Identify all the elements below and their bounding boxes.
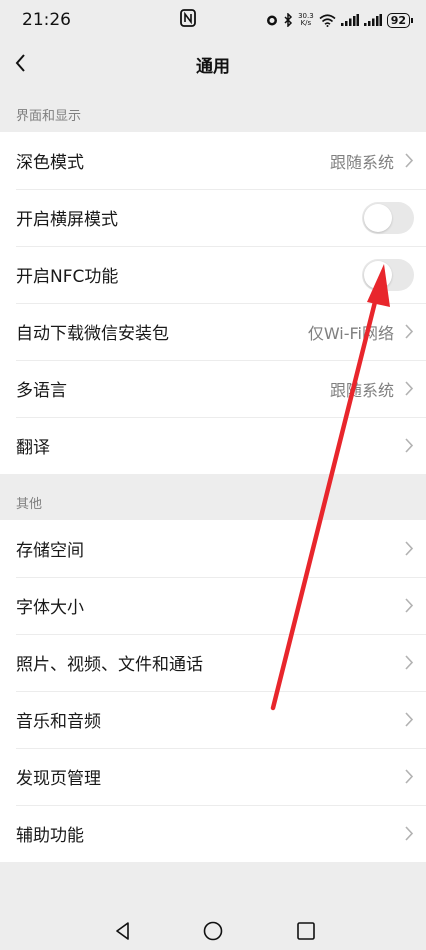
setting-storage[interactable]: 存储空间 [0, 520, 426, 577]
setting-label: 存储空间 [16, 541, 84, 561]
battery-indicator: 92 [386, 12, 414, 28]
system-back-icon[interactable] [112, 920, 134, 942]
network-speed: 30.3 K/s [298, 13, 314, 27]
system-nav-bar [0, 906, 426, 950]
system-recents-icon[interactable] [295, 920, 317, 942]
setting-landscape-mode: 开启横屏模式 [0, 189, 426, 246]
signal-icon-2 [363, 14, 382, 26]
setting-auto-download[interactable]: 自动下载微信安装包 仅Wi-Fi网络 [0, 303, 426, 360]
chevron-right-icon [405, 598, 414, 613]
setting-label: 开启横屏模式 [16, 210, 118, 230]
chevron-right-icon [405, 438, 414, 453]
setting-value: 跟随系统 [329, 380, 394, 400]
network-speed-unit: K/s [300, 19, 312, 27]
chevron-right-icon [405, 712, 414, 727]
section-header-other: 其他 [16, 496, 43, 512]
settings-group-other: 存储空间 字体大小 照片、视频、文件和通话 音乐和音频 发现页管理 辅助功能 [0, 520, 426, 862]
chevron-right-icon [405, 381, 414, 396]
chevron-right-icon [405, 655, 414, 670]
setting-label: 照片、视频、文件和通话 [16, 655, 203, 675]
setting-accessibility[interactable]: 辅助功能 [0, 805, 426, 862]
setting-label: 多语言 [16, 381, 67, 401]
setting-translate[interactable]: 翻译 [0, 417, 426, 474]
wifi-icon [319, 13, 336, 27]
status-bar: 21:26 30.3 K/s 92 [0, 0, 426, 40]
setting-discover-manage[interactable]: 发现页管理 [0, 748, 426, 805]
chevron-right-icon [405, 826, 414, 841]
setting-value: 跟随系统 [329, 152, 394, 172]
chevron-right-icon [405, 541, 414, 556]
setting-value: 仅Wi-Fi网络 [307, 323, 394, 343]
setting-label: 翻译 [16, 438, 50, 458]
chevron-right-icon [405, 324, 414, 339]
landscape-mode-toggle[interactable] [362, 202, 414, 234]
setting-label: 开启NFC功能 [16, 267, 119, 287]
setting-music-audio[interactable]: 音乐和音频 [0, 691, 426, 748]
setting-label: 字体大小 [16, 598, 84, 618]
chevron-right-icon [405, 769, 414, 784]
alarm-icon [267, 15, 278, 26]
status-time: 21:26 [22, 10, 71, 30]
setting-dark-mode[interactable]: 深色模式 跟随系统 [0, 132, 426, 189]
setting-label: 辅助功能 [16, 826, 84, 846]
setting-nfc: 开启NFC功能 [0, 246, 426, 303]
settings-group-display: 深色模式 跟随系统 开启横屏模式 开启NFC功能 自动下载微信安装包 仅Wi-F… [0, 132, 426, 474]
bluetooth-icon [284, 13, 293, 27]
setting-font-size[interactable]: 字体大小 [0, 577, 426, 634]
setting-label: 深色模式 [16, 153, 84, 173]
section-header-display: 界面和显示 [16, 108, 82, 124]
signal-icon-1 [340, 14, 359, 26]
nfc-toggle[interactable] [362, 259, 414, 291]
toggle-knob [364, 204, 392, 232]
nfc-icon [180, 9, 196, 27]
nav-bar: 通用 [0, 40, 426, 86]
setting-media-files[interactable]: 照片、视频、文件和通话 [0, 634, 426, 691]
chevron-right-icon [405, 153, 414, 168]
status-indicators: 30.3 K/s 92 [265, 12, 414, 28]
setting-label: 音乐和音频 [16, 712, 101, 732]
system-home-icon[interactable] [202, 920, 224, 942]
toggle-knob [364, 261, 392, 289]
setting-label: 自动下载微信安装包 [16, 324, 169, 344]
page-title: 通用 [196, 57, 230, 77]
setting-label: 发现页管理 [16, 769, 101, 789]
setting-language[interactable]: 多语言 跟随系统 [0, 360, 426, 417]
